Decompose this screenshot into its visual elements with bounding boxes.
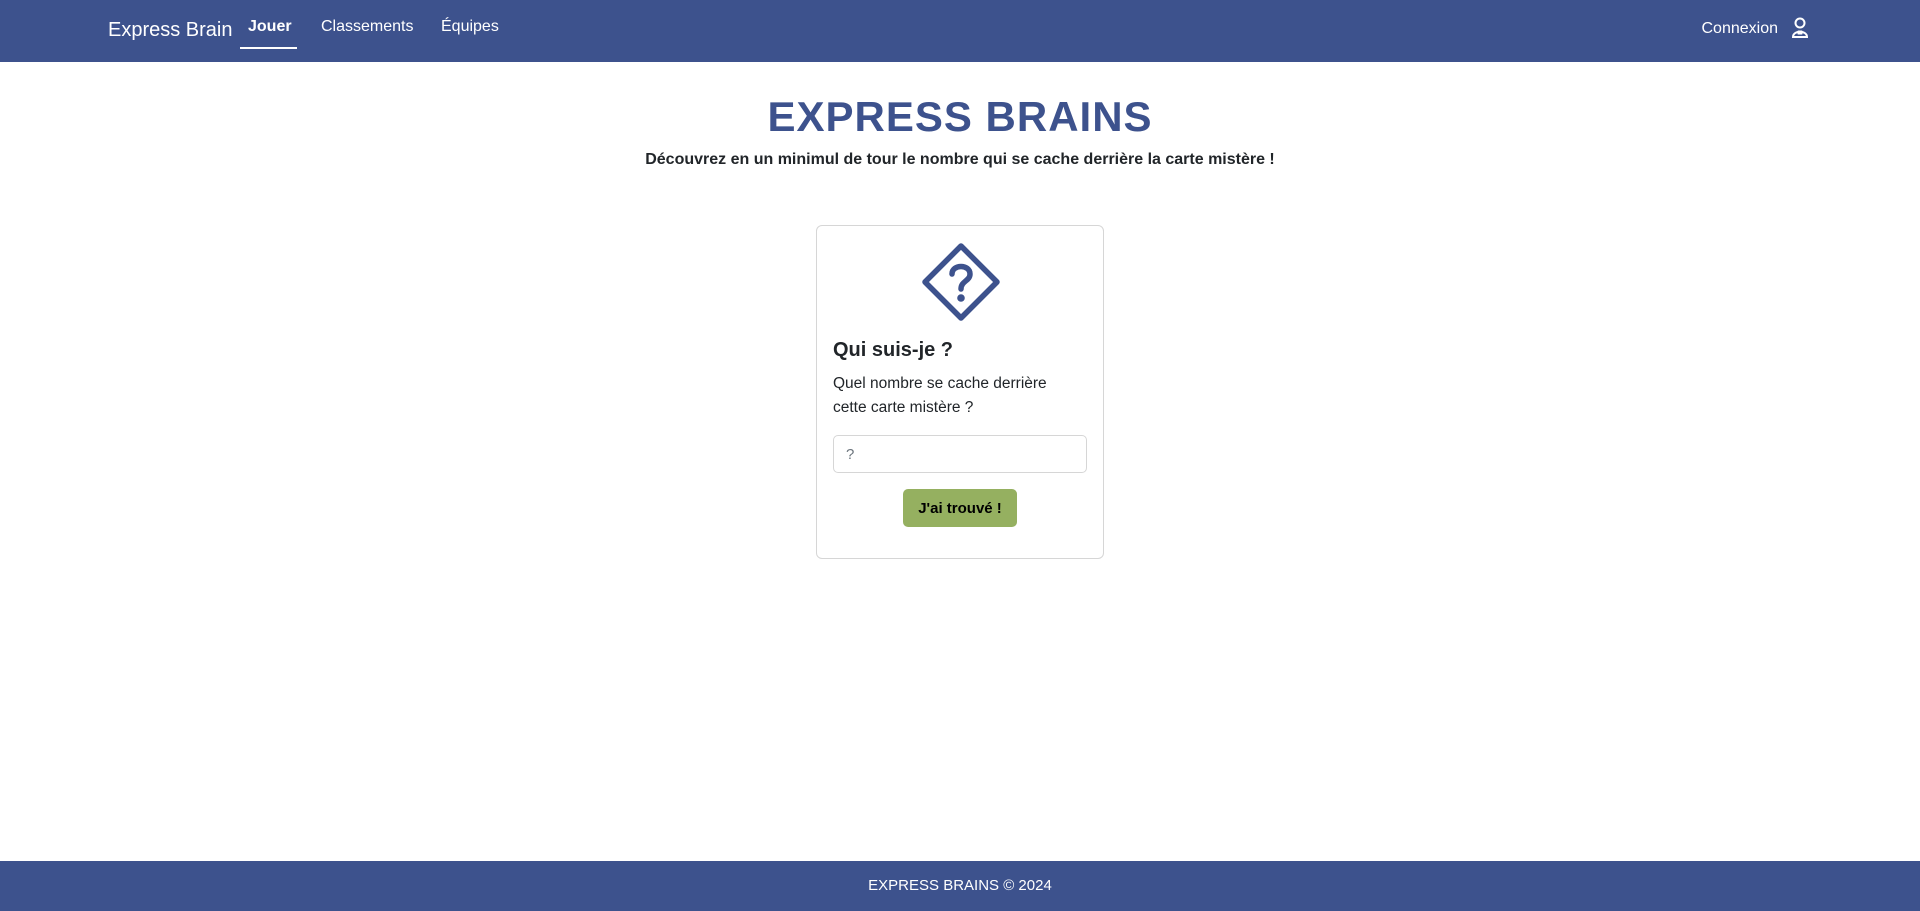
page-footer: EXPRESS BRAINS © 2024 [0,861,1920,911]
page-title: EXPRESS BRAINS [767,93,1153,140]
page-subtitle: Découvrez en un minimul de tour le nombr… [645,151,1275,168]
mystery-card: Qui suis-je ? Quel nombre se cache derri… [816,225,1104,559]
guess-input[interactable] [833,435,1087,473]
card-title: Qui suis-je ? [833,339,954,361]
brand-link[interactable]: Express Brain [108,19,233,42]
login-link[interactable]: Connexion [1702,20,1779,38]
nav-link-classements[interactable]: Classements [321,18,413,36]
nav-link-equipes[interactable]: Équipes [441,18,499,36]
user-lock-icon[interactable] [1791,17,1809,39]
question-diamond-icon [922,243,1000,321]
submit-guess-button[interactable]: J'ai trouvé ! [903,489,1017,527]
footer-text: EXPRESS BRAINS © 2024 [868,877,1052,894]
top-navbar: Express Brain Jouer Classements Équipes … [0,0,1920,62]
card-text: Quel nombre se cache derrière cette cart… [833,375,1047,416]
nav-link-jouer[interactable]: Jouer [248,18,292,36]
active-nav-underline [240,47,297,49]
